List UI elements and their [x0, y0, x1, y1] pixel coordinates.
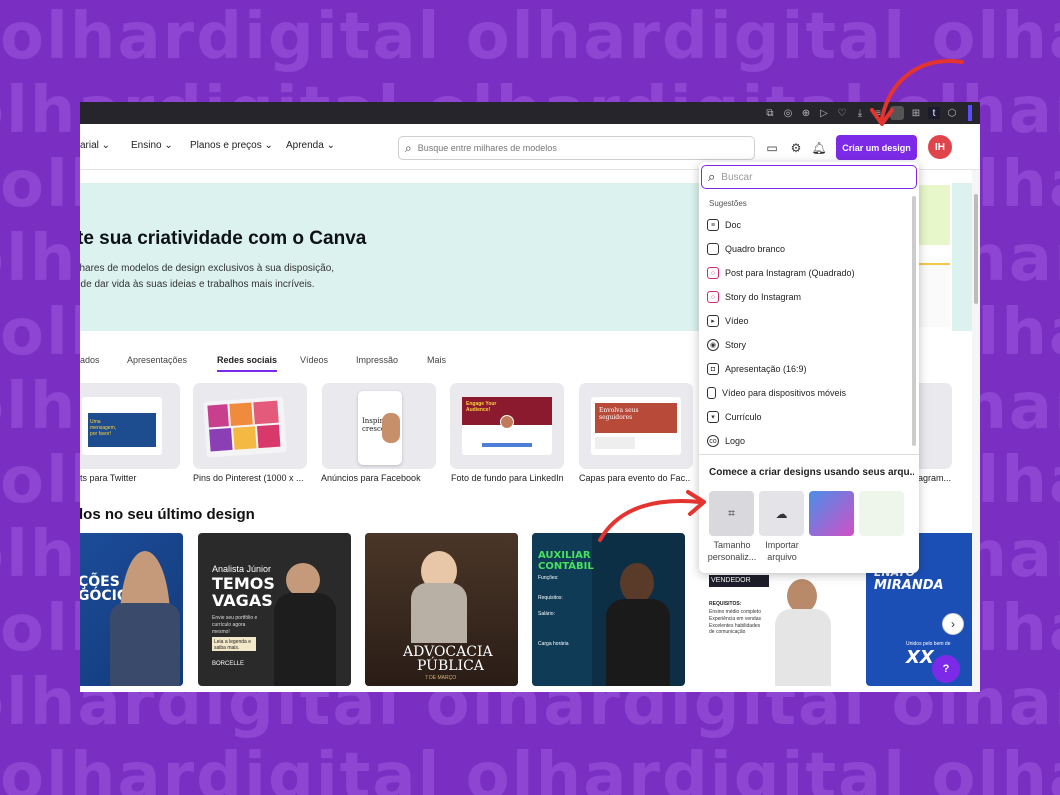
search-icon: ⌕ [708, 169, 716, 184]
search-input[interactable]: ⌕ Busque entre milhares de modelos [398, 136, 755, 160]
design-card[interactable]: ÇÕES GÓCIOS [80, 533, 183, 686]
design-card[interactable]: AUXILIAR CONTÁBIL Funções: Requisitos: S… [532, 533, 685, 686]
nav-item-empresarial[interactable]: arial ⌄ [80, 140, 110, 151]
heart-icon[interactable]: ♡ [836, 107, 848, 119]
desktop-icon[interactable]: ▭ [764, 140, 780, 156]
carousel-next-button[interactable]: › [942, 613, 964, 635]
template-caption: Foto de fundo para LinkedIn [451, 473, 564, 483]
tab-apresentacoes[interactable]: Apresentações [127, 355, 187, 365]
upload-section-heading: Comece a criar designs usando seus arqu.… [709, 467, 914, 478]
design-card[interactable]: ADVOCACIA PÚBLICA 7 DE MARÇO [365, 533, 518, 686]
page-scrollbar[interactable] [972, 170, 980, 692]
suggestion-item-instagram-post[interactable]: ○ Post para Instagram (Quadrado) [707, 263, 907, 283]
search-icon: ⌕ [405, 140, 412, 155]
import-file-button[interactable]: ☁ [759, 491, 804, 536]
nav-item-ensino[interactable]: Ensino ⌄ [131, 140, 173, 151]
design-card[interactable]: Analista Júnior TEMOS VAGAS Envie seu po… [198, 533, 351, 686]
dropdown-scrollbar[interactable] [912, 196, 916, 446]
hero-thumbnail [916, 183, 952, 331]
video-icon: ▸ [707, 315, 719, 327]
template-card-twitter[interactable]: Uma mensagem, por favor! [80, 383, 180, 469]
browser-window: ⧉ ◎ ⊕ ▷ ♡ ⤓ ≡ ⊞ t ⬡ arial ⌄ Ensino ⌄ Pla… [80, 102, 980, 692]
help-button[interactable]: ? [932, 655, 960, 683]
nav-item-planos[interactable]: Planos e preços ⌄ [190, 140, 273, 151]
dropdown-search-input[interactable]: ⌕ Buscar [701, 165, 917, 189]
suggestion-item-video[interactable]: ▸ Vídeo [707, 311, 907, 331]
recent-upload-thumbnail[interactable] [859, 491, 904, 536]
template-caption: agram... [918, 473, 952, 483]
presentation-icon: ◘ [707, 363, 719, 375]
suggestion-item-presentation[interactable]: ◘ Apresentação (16:9) [707, 359, 907, 379]
list-icon[interactable]: ≡ [872, 107, 884, 119]
tab-videos[interactable]: Vídeos [300, 355, 328, 365]
camera-icon[interactable]: ◎ [782, 107, 794, 119]
template-caption: Anúncios para Facebook [321, 473, 421, 483]
custom-size-button[interactable]: ⌗ [709, 491, 754, 536]
cloud-upload-icon: ☁ [775, 506, 788, 521]
doc-icon: ≡ [707, 219, 719, 231]
download-icon[interactable]: ⤓ [854, 107, 866, 119]
create-design-dropdown: ⌕ Buscar Sugestões ≡ Doc Quadro branco ○ P… [699, 162, 919, 573]
create-design-button[interactable]: Criar um design [836, 135, 917, 160]
template-card-facebook-event[interactable]: Envolva seus seguidores [579, 383, 693, 469]
template-card-facebook-ads[interactable]: Inspire crescer [322, 383, 436, 469]
sidebar-accent [968, 105, 972, 121]
dropdown-divider [699, 454, 919, 455]
suggestion-item-doc[interactable]: ≡ Doc [707, 215, 907, 235]
suggestion-item-instagram-story[interactable]: ○ Story do Instagram [707, 287, 907, 307]
hero-text-line2: ode dar vida às suas ideias e trabalhos … [80, 279, 315, 290]
template-caption: Capas para evento do Fac... [579, 473, 691, 483]
story-icon: ◉ [707, 339, 719, 351]
recent-upload-thumbnail[interactable] [809, 491, 854, 536]
recent-designs-title: dos no seu último design [80, 506, 255, 523]
tab-redes-sociais[interactable]: Redes sociais [217, 355, 278, 372]
import-file-caption: Importar arquivo [765, 540, 799, 562]
logo-icon: co [707, 435, 719, 447]
instagram-icon: ○ [707, 291, 719, 303]
browser-toolbar: ⧉ ◎ ⊕ ▷ ♡ ⤓ ≡ ⊞ t ⬡ [80, 102, 980, 124]
avatar[interactable]: IH [928, 135, 952, 159]
gear-icon[interactable]: ⚙ [788, 140, 804, 156]
instagram-icon: ○ [707, 267, 719, 279]
bell-icon[interactable]: 🔔︎ [811, 140, 827, 156]
extension-icon[interactable]: ⊞ [910, 107, 922, 119]
tab-impressao[interactable]: Impressão [356, 355, 398, 365]
extension-icon[interactable]: ⊕ [800, 107, 812, 119]
hero-title: te sua criatividade com o Canva [80, 228, 367, 249]
template-card-pinterest[interactable] [193, 383, 307, 469]
suggestion-item-resume[interactable]: ▾ Currículo [707, 407, 907, 427]
extension-icon[interactable]: ⬡ [946, 107, 958, 119]
suggestion-item-logo[interactable]: co Logo [707, 431, 907, 451]
suggestion-item-whiteboard[interactable]: Quadro branco [707, 239, 907, 259]
whiteboard-icon [707, 243, 719, 255]
template-card-linkedin[interactable]: Engage Your Audience! [450, 383, 564, 469]
suggestion-item-mobile-video[interactable]: Vídeo para dispositivos móveis [707, 383, 907, 403]
custom-size-icon: ⌗ [728, 506, 735, 520]
profile-icon[interactable] [890, 106, 904, 120]
tumblr-icon[interactable]: t [928, 107, 940, 119]
chevron-right-icon: › [951, 617, 955, 631]
mobile-video-icon [707, 387, 716, 399]
template-caption: ts para Twitter [80, 473, 137, 483]
tab-modelos[interactable]: ados [80, 355, 100, 365]
play-icon[interactable]: ▷ [818, 107, 830, 119]
resume-icon: ▾ [707, 411, 719, 423]
template-caption: Pins do Pinterest (1000 x ... [193, 473, 304, 483]
suggestions-label: Sugestões [709, 199, 747, 208]
suggestion-item-story[interactable]: ◉ Story [707, 335, 907, 355]
extension-icon[interactable]: ⧉ [764, 107, 776, 119]
nav-item-aprenda[interactable]: Aprenda ⌄ [286, 140, 335, 151]
tab-mais[interactable]: Mais [427, 355, 446, 365]
custom-size-caption: Tamanho personaliz... [707, 540, 757, 562]
hero-text-line1: ilhares de modelos de design exclusivos … [80, 263, 335, 274]
